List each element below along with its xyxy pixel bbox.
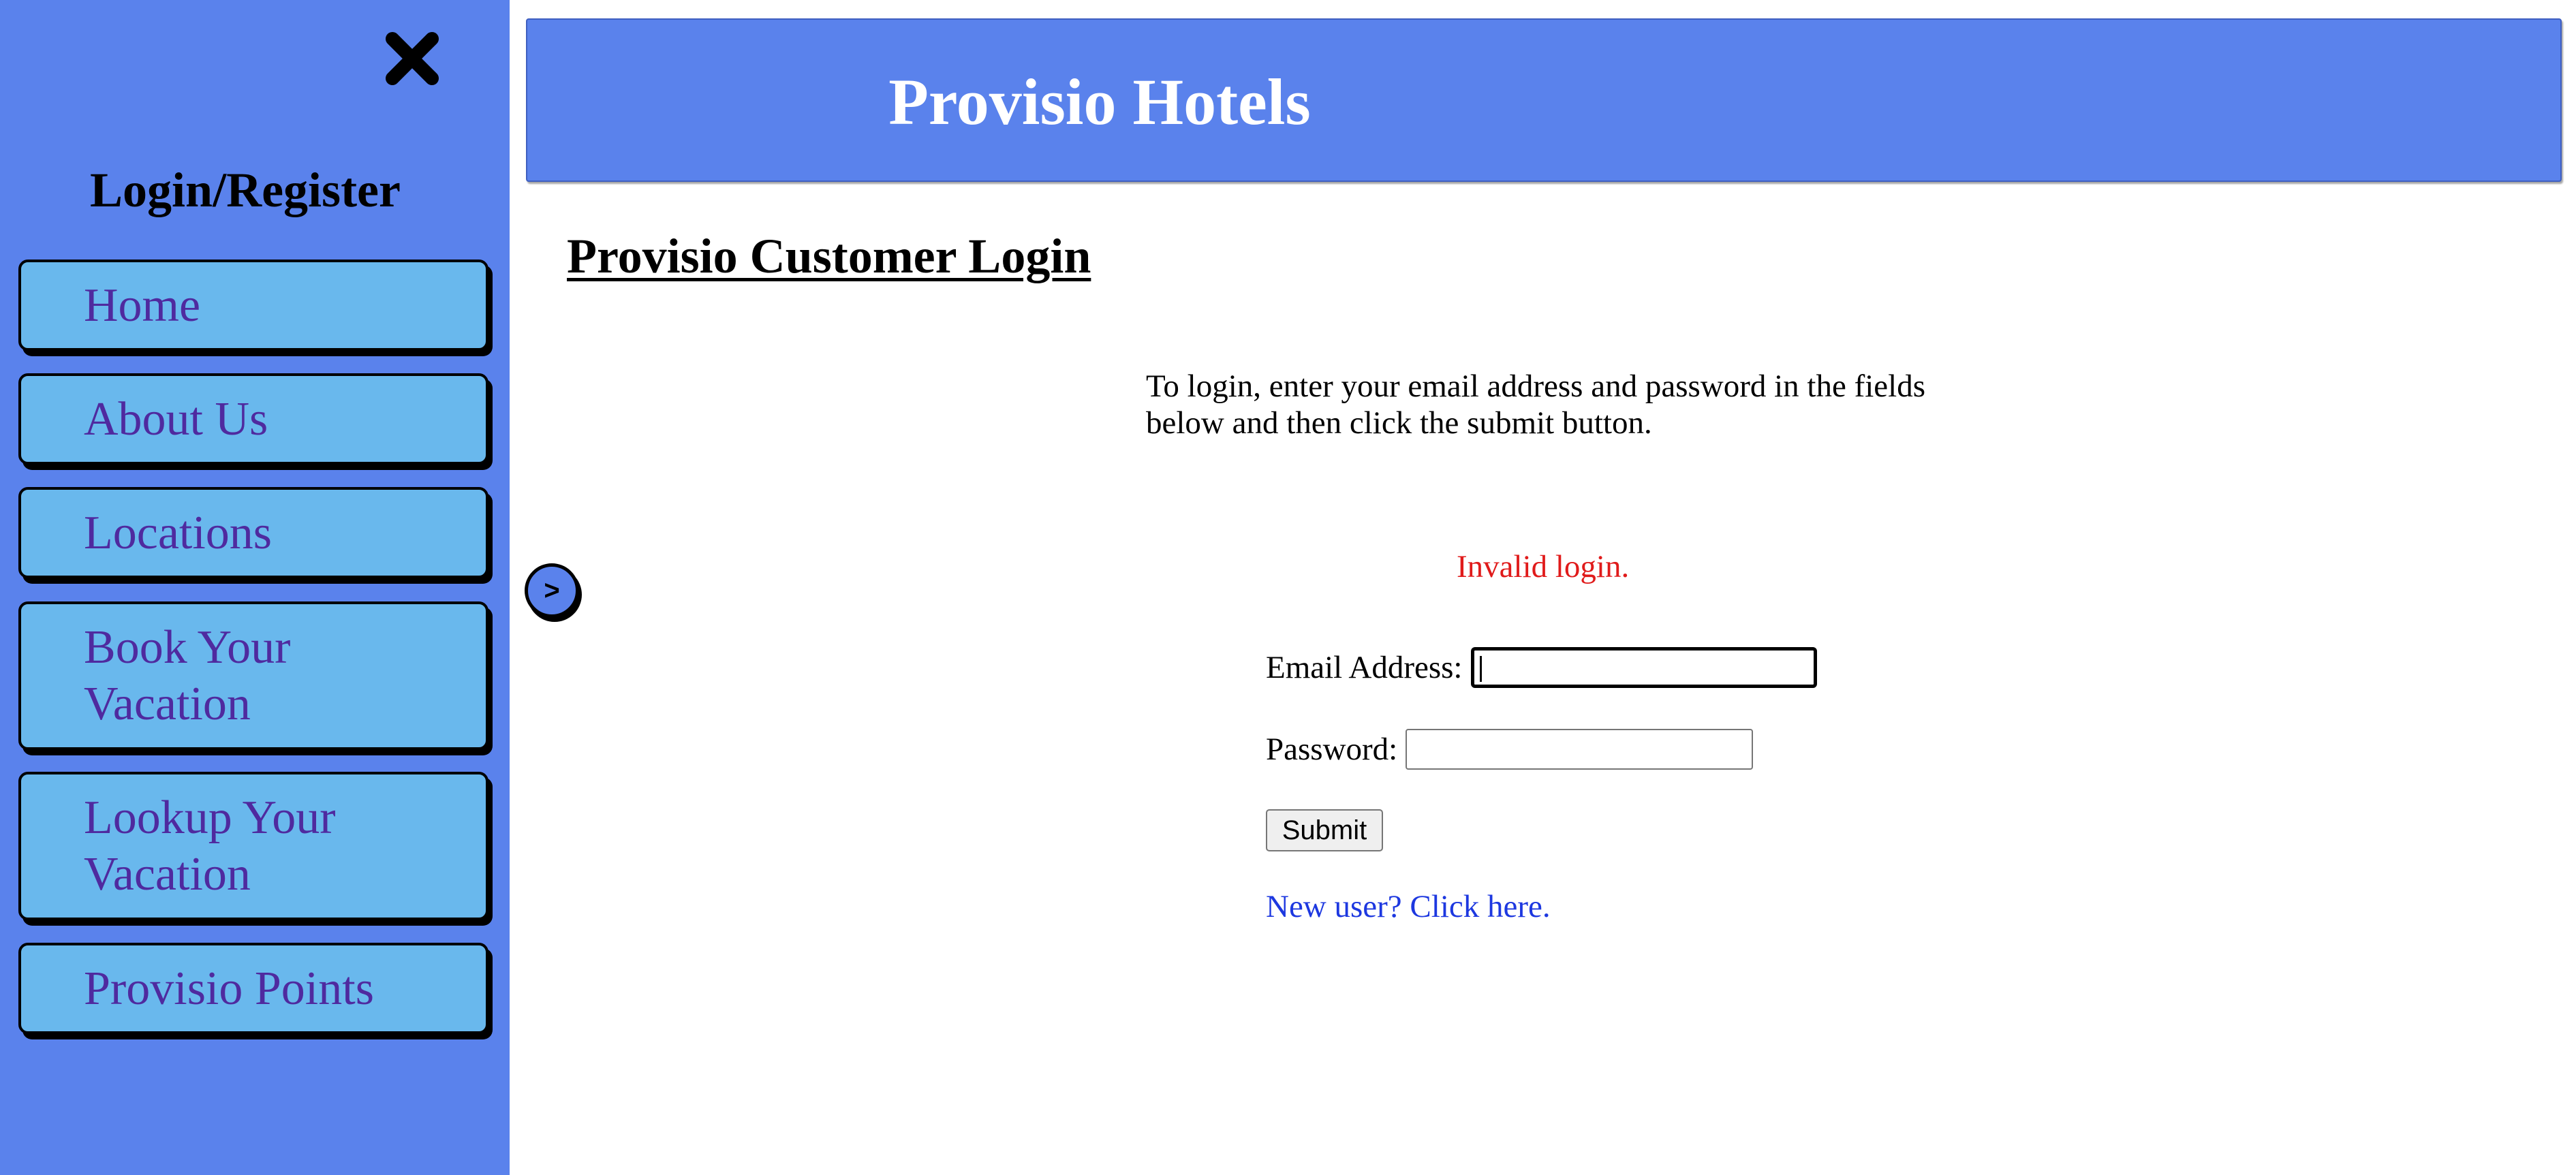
sidebar: Login/Register Home About Us Locations B… (0, 0, 510, 1175)
submit-button[interactable]: Submit (1266, 809, 1383, 851)
password-row: Password: (1266, 729, 1754, 770)
sidebar-item-lookup-your-vacation[interactable]: Lookup Your Vacation (18, 772, 488, 920)
password-field[interactable] (1406, 729, 1754, 770)
sidebar-item-label-line2: Vacation (84, 848, 251, 900)
sidebar-item-provisio-points[interactable]: Provisio Points (18, 943, 488, 1034)
sidebar-item-home[interactable]: Home (18, 260, 488, 351)
page-title: Provisio Customer Login (567, 229, 1091, 283)
sidebar-item-about-us[interactable]: About Us (18, 373, 488, 465)
close-icon-glyph (386, 32, 439, 85)
email-label: Email Address: (1266, 650, 1463, 685)
password-label: Password: (1266, 732, 1398, 767)
login-instructions: To login, enter your email address and p… (1146, 369, 1926, 441)
sidebar-item-label-line2: Vacation (84, 678, 251, 730)
site-title: Provisio Hotels (888, 65, 1311, 138)
sidebar-item-label-line1: Lookup Your (84, 792, 336, 844)
sidebar-item-label: Provisio Points (84, 962, 374, 1015)
sidebar-item-label: Book Your Vacation (84, 619, 290, 732)
sidebar-item-label: Lookup Your Vacation (84, 789, 336, 903)
email-field[interactable] (1470, 647, 1817, 688)
sidebar-item-label: Home (84, 279, 201, 332)
sidebar-item-label-line1: Book Your (84, 621, 291, 674)
sidebar-title: Login/Register (90, 163, 401, 217)
sidebar-item-label: Locations (84, 506, 273, 559)
email-row: Email Address: (1266, 647, 1817, 688)
sidebar-item-book-your-vacation[interactable]: Book Your Vacation (18, 601, 488, 750)
header-banner: Provisio Hotels (526, 18, 2562, 182)
sidebar-item-locations[interactable]: Locations (18, 487, 488, 578)
close-icon[interactable] (384, 31, 440, 87)
text-caret (1479, 656, 1482, 682)
sidebar-toggle-button[interactable]: > (525, 563, 579, 618)
error-message: Invalid login. (1457, 549, 1630, 584)
sidebar-item-label: About Us (84, 392, 268, 445)
register-link[interactable]: New user? Click here. (1266, 888, 1551, 925)
